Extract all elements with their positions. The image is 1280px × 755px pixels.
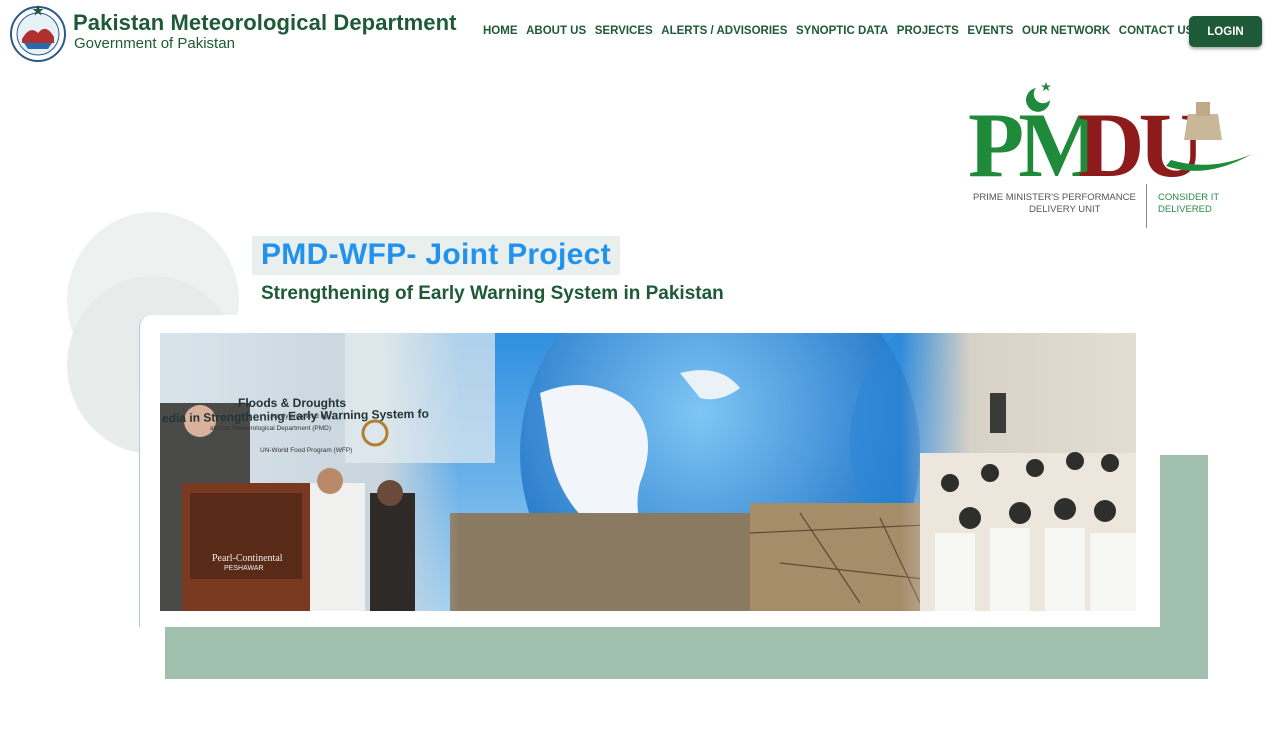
project-title: PMD-WFP- Joint Project	[261, 238, 611, 271]
banner-caption-line2: Floods & Droughts	[238, 396, 346, 410]
main-nav: HOME ABOUT US SERVICES ALERTS / ADVISORI…	[483, 25, 1202, 37]
pmdu-logo[interactable]: PM DU PRIME MINISTER'S PERFORMANCE DELIV…	[966, 80, 1256, 230]
nav-about-us[interactable]: ABOUT US	[526, 25, 586, 37]
nav-services[interactable]: SERVICES	[595, 25, 653, 37]
pmdu-line1: PRIME MINISTER'S PERFORMANCE	[973, 192, 1136, 203]
login-button[interactable]: LOGIN	[1189, 16, 1262, 47]
nav-projects[interactable]: PROJECTS	[897, 25, 959, 37]
pmd-emblem-icon[interactable]	[8, 3, 68, 63]
nav-synoptic-data[interactable]: SYNOPTIC DATA	[796, 25, 888, 37]
project-banner-image: edia in Strengthening Early Warning Syst…	[160, 333, 1136, 611]
project-subtitle: Strengthening of Early Warning System in…	[261, 283, 724, 304]
pmdu-logo-graphic: PM DU	[968, 82, 1252, 196]
pmdu-divider	[1146, 184, 1147, 228]
nav-home[interactable]: HOME	[483, 25, 518, 37]
org-name[interactable]: Pakistan Meteorological Department	[73, 10, 457, 36]
banner-caption-line5: UN-World Food Program (WFP)	[260, 447, 353, 454]
banner-caption-line3: Jointly organized by	[270, 413, 328, 420]
banner-collage	[160, 333, 1136, 611]
pmdu-line2: DELIVERY UNIT	[1029, 204, 1101, 215]
pmdu-tagline1: CONSIDER IT	[1158, 192, 1220, 203]
nav-events[interactable]: EVENTS	[967, 25, 1013, 37]
podium-sign-line2: PESHAWAR	[224, 565, 264, 572]
nav-our-network[interactable]: OUR NETWORK	[1022, 25, 1110, 37]
org-subtitle: Government of Pakistan	[74, 35, 235, 52]
nav-alerts-advisories[interactable]: ALERTS / ADVISORIES	[661, 25, 787, 37]
site-header: Pakistan Meteorological Department Gover…	[0, 0, 1280, 66]
pmdu-tagline2: DELIVERED	[1158, 204, 1212, 215]
podium-sign-line1: Pearl-Continental	[212, 553, 283, 564]
banner-caption-line4: akistan Meteorological Department (PMD)	[210, 425, 332, 432]
nav-contact-us[interactable]: CONTACT US	[1119, 25, 1194, 37]
